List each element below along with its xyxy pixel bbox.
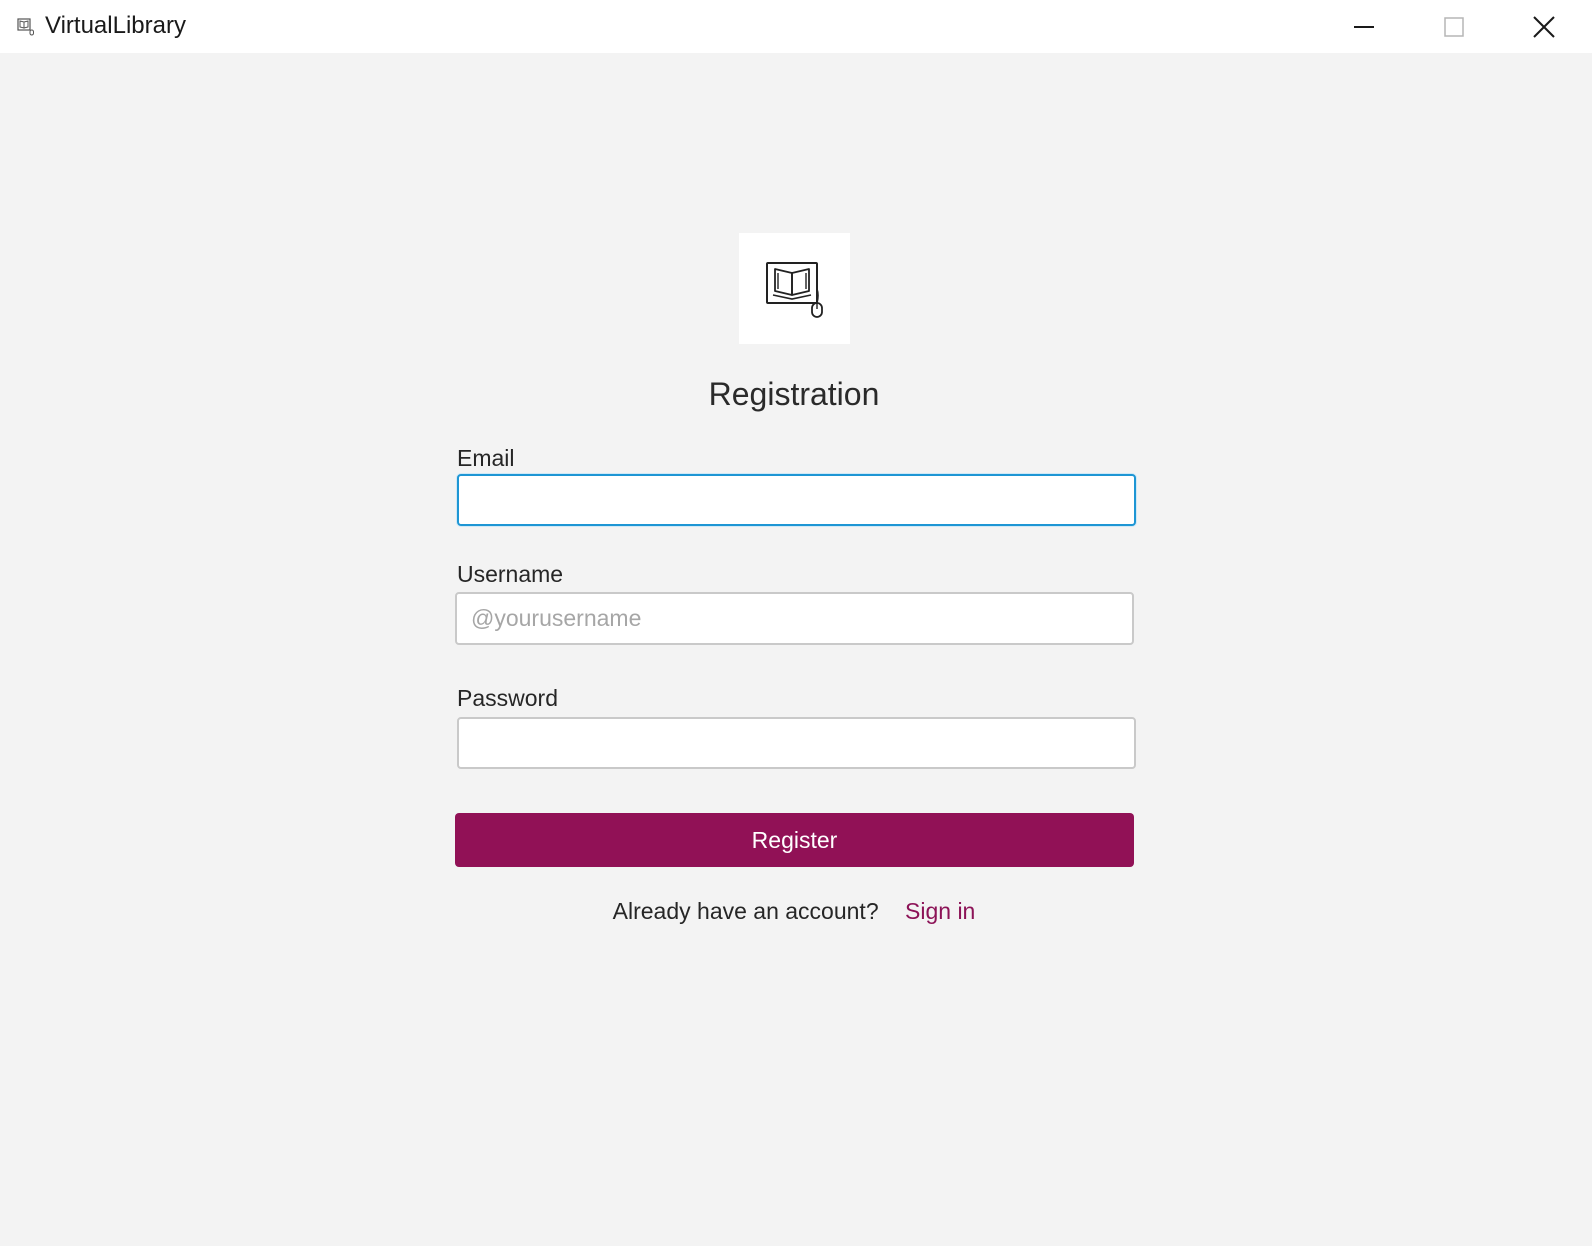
maximize-icon [1444,16,1464,37]
email-label: Email [457,445,515,471]
minimize-button[interactable] [1320,0,1408,53]
username-field[interactable] [455,592,1134,645]
password-field[interactable] [457,717,1136,769]
book-mouse-icon [17,18,34,36]
app-logo [739,233,850,344]
close-button[interactable] [1500,0,1588,53]
signin-prompt: Already have an account? [612,898,879,924]
page-title: Registration [708,376,880,412]
register-button[interactable]: Register [455,813,1134,867]
book-mouse-icon [765,261,823,318]
app-window: VirtualLibrary Registration Email Userna… [0,0,1592,1246]
minimize-icon [1354,25,1374,28]
signin-row: Already have an account? Sign in [0,896,1588,926]
username-label: Username [457,561,564,587]
email-field[interactable] [457,474,1136,526]
close-icon [1533,15,1555,38]
title-bar[interactable]: VirtualLibrary [0,0,1592,53]
window-title: VirtualLibrary [45,12,186,39]
password-label: Password [457,685,558,711]
maximize-button[interactable] [1410,0,1498,53]
signin-link[interactable]: Sign in [905,898,975,924]
